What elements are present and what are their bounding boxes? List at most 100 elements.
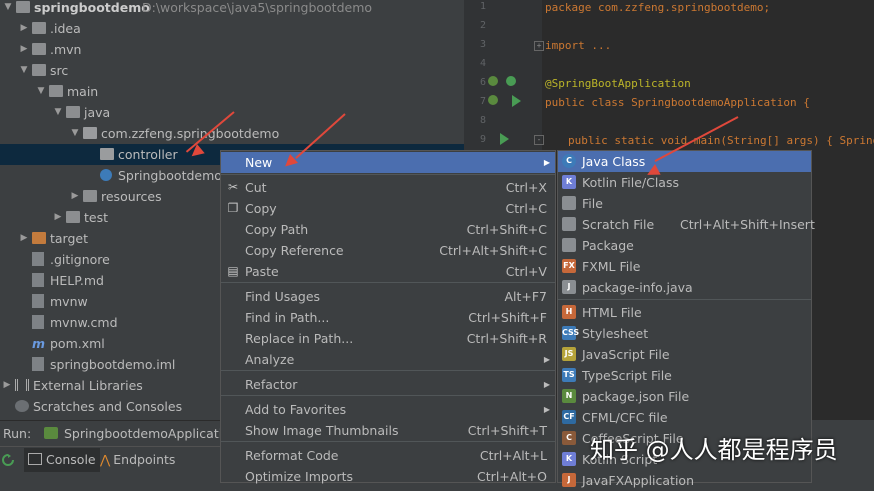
line-number: 9 (479, 134, 486, 145)
project-name: springbootdemo (34, 0, 150, 15)
rerun-icon[interactable] (2, 454, 14, 466)
new-item-package-info-java[interactable]: Jpackage-info.java (558, 277, 811, 298)
menu-separator (558, 299, 811, 300)
menu-item-shortcut: Ctrl+Shift+F (468, 310, 547, 325)
tree-item-label: .gitignore (50, 252, 110, 267)
new-item-label: Java Class (582, 154, 646, 169)
menu-item-optimize-imports[interactable]: Optimize Imports Ctrl+Alt+O (221, 466, 555, 487)
menu-item-paste[interactable]: ▤ Paste Ctrl+V (221, 261, 555, 282)
line-number: 4 (479, 58, 486, 69)
new-item-package-json-file[interactable]: Npackage.json File (558, 386, 811, 407)
tab-console-label: Console (46, 452, 96, 467)
menu-item-label: Analyze (245, 352, 295, 367)
file-type-icon: CF (562, 410, 576, 424)
menu-item-analyze[interactable]: Analyze ▶ (221, 349, 555, 370)
run-icon[interactable] (512, 95, 521, 107)
menu-item-refactor[interactable]: Refactor ▶ (221, 374, 555, 395)
expand-arrow-icon[interactable]: ▶ (52, 207, 64, 228)
menu-item-label: Copy Reference (245, 243, 344, 258)
menu-item-find-in-path[interactable]: Find in Path... Ctrl+Shift+F (221, 307, 555, 328)
tab-console[interactable]: Console (24, 448, 100, 472)
spring-boot-icon[interactable] (506, 76, 516, 86)
menu-item-new[interactable]: New ▶ (221, 152, 555, 173)
expand-arrow-icon[interactable]: ▶ (18, 18, 30, 39)
expand-arrow-icon[interactable]: ▶ (18, 39, 30, 60)
tree-item-label: src (50, 63, 69, 78)
tab-endpoints[interactable]: ⋀ Endpoints (96, 448, 179, 472)
new-item-cfml-cfc-file[interactable]: CF CFML/CFC file (558, 407, 811, 428)
spring-bean-icon[interactable] (488, 76, 498, 86)
new-item-kotlin-file-class[interactable]: K Kotlin File/Class (558, 172, 811, 193)
menu-item-label: Optimize Imports (245, 469, 354, 484)
new-item-javafxapplication[interactable]: J JavaFXApplication (558, 470, 811, 491)
code-line[interactable]: package com.zzfeng.springbootdemo; (545, 1, 770, 14)
file-type-icon (562, 217, 576, 231)
file-type-icon: CSS (562, 326, 579, 340)
expand-arrow-icon[interactable]: ▶ (1, 375, 13, 396)
new-item-package[interactable]: Package (558, 235, 811, 256)
expand-arrow-icon[interactable]: ▶ (69, 186, 81, 207)
collapse-arrow-icon[interactable]: ▼ (52, 102, 64, 123)
file-type-icon: N (562, 389, 576, 403)
spring-bean-icon[interactable] (488, 95, 498, 105)
tree-root[interactable]: ▼ springbootdemo D:\workspace\java5\spri… (0, 0, 464, 18)
menu-item-copy-reference[interactable]: Copy Reference Ctrl+Alt+Shift+C (221, 240, 555, 261)
tree-item[interactable]: ▶ .idea (0, 18, 464, 39)
new-item-stylesheet[interactable]: CSS Stylesheet (558, 323, 811, 344)
menu-item-show-image-thumbnails[interactable]: Show Image Thumbnails Ctrl+Shift+T (221, 420, 555, 441)
collapse-arrow-icon[interactable]: ▼ (18, 60, 30, 81)
tree-item[interactable]: ▶ .mvn (0, 39, 464, 60)
collapse-arrow-icon[interactable]: ▼ (69, 123, 81, 144)
new-item-scratch-file[interactable]: Scratch File Ctrl+Alt+Shift+Insert (558, 214, 815, 235)
code-line[interactable]: @SpringBootApplication (545, 77, 691, 90)
file-type-icon: TS (562, 368, 576, 382)
collapse-arrow-icon[interactable]: ▼ (35, 81, 47, 102)
run-config-tab[interactable]: SpringbootdemoApplicatio (64, 426, 230, 441)
code-line[interactable]: public class SpringbootdemoApplication { (545, 96, 810, 109)
new-item-typescript-file[interactable]: TS TypeScript File (558, 365, 811, 386)
menu-item-label: Copy (245, 201, 277, 216)
maven-icon: m (32, 336, 46, 351)
submenu-arrow-icon: ▶ (543, 405, 550, 414)
expand-arrow-icon[interactable]: ▶ (18, 228, 30, 249)
run-main-icon[interactable] (500, 133, 509, 145)
menu-item-shortcut: Ctrl+Shift+C (466, 222, 547, 237)
menu-item-copy-path[interactable]: Copy Path Ctrl+Shift+C (221, 219, 555, 240)
menu-item-reformat-code[interactable]: Reformat Code Ctrl+Alt+L (221, 445, 555, 466)
code-line[interactable]: public static void main(String[] args) {… (568, 134, 874, 147)
new-item-java-class[interactable]: C Java Class (558, 151, 811, 172)
tree-item[interactable]: ▼ com.zzfeng.springbootdemo (0, 123, 464, 144)
tool-window-tabs: Console ⋀ Endpoints (0, 446, 220, 484)
tree-item-label: target (50, 231, 89, 246)
file-icon (32, 357, 44, 371)
menu-item-shortcut: Ctrl+Shift+T (467, 423, 547, 438)
menu-item-shortcut: Alt+F7 (504, 289, 547, 304)
collapse-arrow-icon[interactable]: ▼ (2, 0, 14, 18)
new-item-label: Package (582, 238, 634, 253)
code-line[interactable]: import ... (545, 39, 611, 52)
menu-item-copy[interactable]: ❐ Copy Ctrl+C (221, 198, 555, 219)
spring-class-icon (100, 169, 112, 181)
menu-item-add-to-favorites[interactable]: Add to Favorites ▶ (221, 399, 555, 420)
menu-separator (221, 441, 555, 442)
new-item-file[interactable]: File (558, 193, 811, 214)
new-item-html-file[interactable]: H HTML File (558, 302, 811, 323)
line-number: 2 (479, 20, 486, 31)
tree-item[interactable]: ▼ main (0, 81, 464, 102)
tree-item-label: mvnw.cmd (50, 315, 118, 330)
menu-item-shortcut: Ctrl+Alt+Shift+C (439, 243, 547, 258)
menu-item-replace-in-path[interactable]: Replace in Path... Ctrl+Shift+R (221, 328, 555, 349)
run-label: Run: (3, 426, 32, 441)
menu-item-cut[interactable]: ✂ Cut Ctrl+X (221, 177, 555, 198)
fold-icon[interactable]: + (534, 41, 544, 51)
menu-item-find-usages[interactable]: Find Usages Alt+F7 (221, 286, 555, 307)
context-menu: New ▶ ✂ Cut Ctrl+X ❐ Copy Ctrl+C Copy Path Ctrl+S… (220, 150, 556, 484)
new-item-javascript-file[interactable]: JS JavaScript File (558, 344, 811, 365)
menu-item-label: Replace in Path... (245, 331, 354, 346)
tree-item[interactable]: ▼ src (0, 60, 464, 81)
fold-icon[interactable]: - (534, 135, 544, 145)
new-item-fxml-file[interactable]: FX FXML File (558, 256, 811, 277)
tree-item-label: java (84, 105, 111, 120)
file-icon (32, 252, 44, 266)
submenu-arrow-icon: ▶ (543, 158, 550, 167)
